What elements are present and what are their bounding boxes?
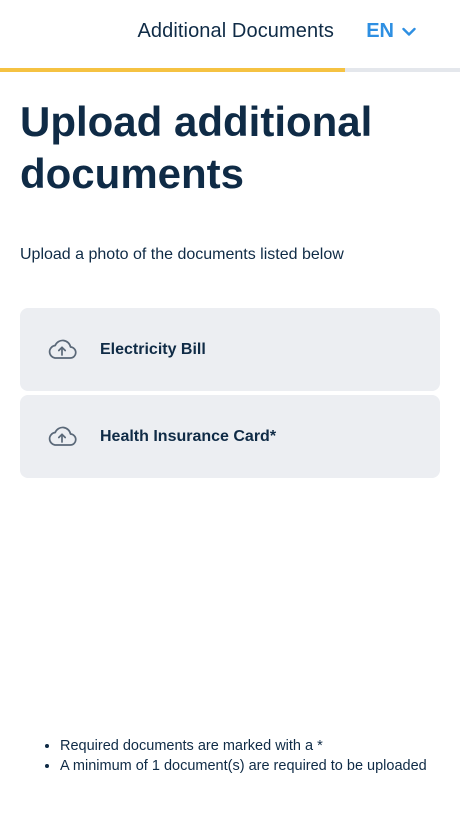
chevron-down-icon [402, 27, 416, 37]
top-bar: Additional Documents EN [0, 0, 460, 68]
progress-bar-fill [0, 68, 345, 72]
note-item: Required documents are marked with a * [60, 736, 450, 756]
upload-health-insurance-card[interactable]: Health Insurance Card* [20, 395, 440, 478]
cloud-upload-icon [47, 426, 77, 448]
document-label: Health Insurance Card* [100, 427, 277, 445]
note-item: A minimum of 1 document(s) are required … [60, 756, 450, 776]
document-label: Electricity Bill [100, 340, 206, 358]
header-title: Additional Documents [137, 20, 334, 42]
language-selector[interactable]: EN [366, 20, 416, 43]
progress-bar [0, 68, 460, 72]
document-list: Electricity Bill Health Insurance Card* [20, 308, 440, 482]
page-subtitle: Upload a photo of the documents listed b… [20, 246, 344, 263]
requirements-notes: Required documents are marked with a * A… [40, 736, 450, 776]
page-title: Upload additional documents [20, 98, 373, 197]
cloud-upload-icon [47, 339, 77, 361]
language-label: EN [366, 20, 394, 42]
upload-electricity-bill-card[interactable]: Electricity Bill [20, 308, 440, 391]
main-content: Upload additional documents Upload a pho… [20, 96, 440, 264]
